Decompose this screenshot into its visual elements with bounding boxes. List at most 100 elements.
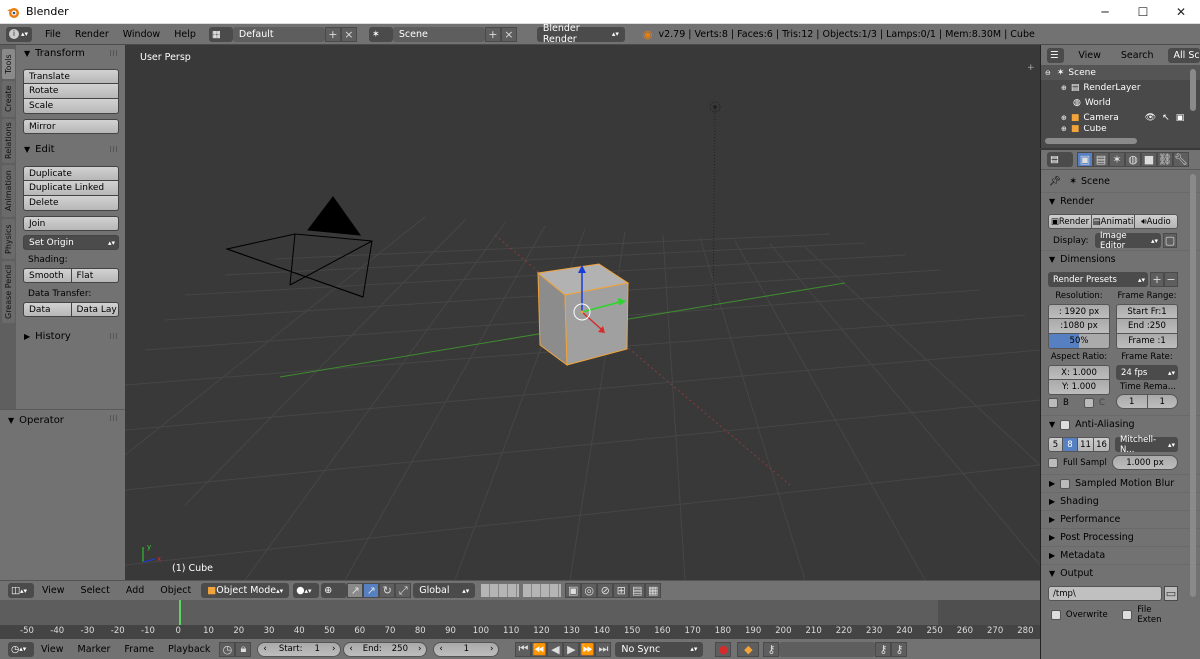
lock-interface-icon[interactable]: ▢: [1163, 233, 1177, 248]
resolution-x-field[interactable]: : 1920 px: [1048, 304, 1110, 319]
object-context-icon[interactable]: ■: [1141, 152, 1157, 167]
outliner-row-camera[interactable]: ⊕ ■ Camera 👁︎ ↖ ▣: [1041, 110, 1200, 125]
opengl-render-icon[interactable]: ▦: [645, 583, 662, 598]
snap-toggle-icon[interactable]: ⊘: [597, 583, 614, 598]
tab-animation[interactable]: Animation: [2, 165, 15, 217]
lamp-object[interactable]: [709, 101, 721, 311]
outliner-row-renderlayer[interactable]: ⊕ ▤ RenderLayer: [1041, 80, 1200, 95]
select-arrow-icon[interactable]: ↖: [1162, 113, 1170, 123]
render-button[interactable]: ▣ Render: [1048, 214, 1092, 229]
constraints-context-icon[interactable]: ⛓: [1157, 152, 1173, 167]
tl-menu-playback[interactable]: Playback: [161, 644, 217, 655]
frame-step-field[interactable]: Frame :1: [1116, 334, 1178, 349]
resolution-y-field[interactable]: :1080 px: [1048, 319, 1110, 334]
transform-panel-header[interactable]: ▼ Transform: [16, 45, 125, 61]
smooth-button[interactable]: Smooth: [23, 268, 72, 283]
render-panel-header[interactable]: ▼ Render: [1041, 192, 1200, 210]
tab-physics[interactable]: Physics: [2, 219, 15, 259]
insert-keyframe-icon[interactable]: ⚷: [875, 641, 892, 657]
border-checkbox[interactable]: [1048, 398, 1058, 408]
next-keyframe-icon[interactable]: ⏩: [579, 641, 596, 657]
render-context-icon[interactable]: ▣: [1077, 152, 1093, 167]
jump-start-icon[interactable]: ⏮: [515, 641, 532, 657]
outliner-row-world[interactable]: ◍ World: [1041, 95, 1200, 110]
cube-object[interactable]: [536, 263, 630, 367]
preview-range-icon[interactable]: ◷: [219, 641, 236, 657]
fps-select[interactable]: 24 fps ▴▾: [1116, 365, 1178, 380]
editor-type-timeline-button[interactable]: ◷ ▴▾: [8, 641, 34, 657]
tab-relations[interactable]: Relations: [2, 119, 15, 163]
outliner-row-cube[interactable]: ⊕ ■ Cube: [1041, 125, 1200, 133]
plus-expand-icon[interactable]: +: [1027, 63, 1037, 73]
menu-view[interactable]: View: [34, 585, 73, 596]
aa-filter-select[interactable]: Mitchell-N... ▴▾: [1115, 435, 1178, 455]
maximize-button[interactable]: ☐: [1124, 0, 1162, 24]
grip-icon[interactable]: [110, 146, 119, 152]
aspect-y-field[interactable]: Y: 1.000: [1048, 380, 1110, 395]
edit-panel-header[interactable]: ▼ Edit: [16, 141, 125, 157]
editor-type-outliner-button[interactable]: ☰: [1047, 47, 1065, 63]
outliner-menu-view[interactable]: View: [1078, 50, 1101, 61]
resolution-percent-field[interactable]: 50%: [1048, 334, 1110, 349]
performance-panel-header[interactable]: ▶ Performance: [1041, 510, 1200, 528]
mode-select[interactable]: ■ Object Mode ▴▾: [201, 583, 290, 598]
editor-type-properties-button[interactable]: ▤: [1047, 152, 1073, 167]
remove-layout-icon[interactable]: ×: [340, 26, 357, 42]
frame-end-field[interactable]: End :250: [1116, 319, 1178, 334]
modifiers-context-icon[interactable]: 🔧︎: [1173, 152, 1189, 167]
data-lay-button[interactable]: Data Lay: [71, 302, 119, 317]
manipulator-toggle-icon[interactable]: ↗: [347, 583, 364, 598]
play-icon[interactable]: ▶: [563, 641, 580, 657]
aspect-x-field[interactable]: X: 1.000: [1048, 365, 1110, 380]
aa-size-field[interactable]: 1.000 px: [1112, 455, 1178, 470]
scale-manipulator-icon[interactable]: ⤢: [395, 583, 412, 598]
menu-select[interactable]: Select: [73, 585, 118, 596]
output-path-field[interactable]: /tmp\: [1048, 586, 1162, 601]
close-button[interactable]: ✕: [1162, 0, 1200, 24]
play-reverse-icon[interactable]: ◀: [547, 641, 564, 657]
rotate-manipulator-icon[interactable]: ↻: [379, 583, 396, 598]
menu-file[interactable]: File: [38, 29, 68, 40]
outliner-menu-search[interactable]: Search: [1121, 50, 1154, 61]
pivot-select[interactable]: ⊕: [321, 583, 348, 598]
render-layers-context-icon[interactable]: ▤: [1093, 152, 1109, 167]
animation-button[interactable]: ▤ Animati: [1092, 214, 1135, 229]
camera-object[interactable]: [225, 196, 373, 298]
operator-panel-header[interactable]: ▼ Operator: [0, 412, 125, 428]
keying-set-field[interactable]: [779, 641, 876, 657]
menu-help[interactable]: Help: [167, 29, 203, 40]
editor-type-info-button[interactable]: i ▴▾: [6, 26, 32, 42]
scene-context-icon[interactable]: ✶: [1109, 152, 1125, 167]
shading-select[interactable]: ● ▴▾: [293, 583, 320, 598]
tab-create[interactable]: Create: [2, 81, 15, 117]
motion-blur-checkbox[interactable]: [1060, 478, 1071, 489]
editor-type-3dview-button[interactable]: ◫ ▴▾: [8, 583, 34, 598]
add-preset-icon[interactable]: +: [1150, 272, 1164, 287]
file-ext-checkbox[interactable]: [1122, 610, 1133, 620]
anti-aliasing-checkbox[interactable]: [1060, 419, 1071, 430]
outliner-filter-select[interactable]: All Scenes: [1167, 47, 1200, 63]
tl-menu-frame[interactable]: Frame: [117, 644, 161, 655]
translate-button[interactable]: Translate: [23, 69, 119, 84]
translate-manipulator-icon[interactable]: ↗: [363, 583, 380, 598]
prev-keyframe-icon[interactable]: ⏪: [531, 641, 548, 657]
snap-element-icon[interactable]: ⊞: [613, 583, 630, 598]
duplicate-button[interactable]: Duplicate: [23, 166, 119, 181]
layer-buttons-b[interactable]: [523, 584, 562, 597]
grip-icon[interactable]: [110, 333, 119, 339]
motion-blur-panel-header[interactable]: ▶ Sampled Motion Blur: [1041, 474, 1200, 492]
render-engine-select[interactable]: Blender Render ▴▾: [536, 23, 625, 45]
menu-add[interactable]: Add: [118, 585, 152, 596]
keying-set-icon[interactable]: ◆: [737, 641, 760, 657]
anti-aliasing-panel-header[interactable]: ▼ Anti-Aliasing: [1041, 415, 1200, 433]
shading-panel-header[interactable]: ▶ Shading: [1041, 492, 1200, 510]
duplicate-linked-button[interactable]: Duplicate Linked: [23, 181, 119, 196]
tl-menu-marker[interactable]: Marker: [71, 644, 118, 655]
outliner-row-scene[interactable]: ⊖ ✶ Scene: [1041, 65, 1200, 80]
record-icon[interactable]: ●: [715, 641, 732, 657]
menu-object[interactable]: Object: [152, 585, 199, 596]
menu-window[interactable]: Window: [116, 29, 167, 40]
aa-sample-5[interactable]: 5: [1048, 437, 1063, 452]
scene-name-field[interactable]: Scene: [392, 26, 485, 42]
render-camera-icon[interactable]: ▣: [1176, 113, 1185, 123]
